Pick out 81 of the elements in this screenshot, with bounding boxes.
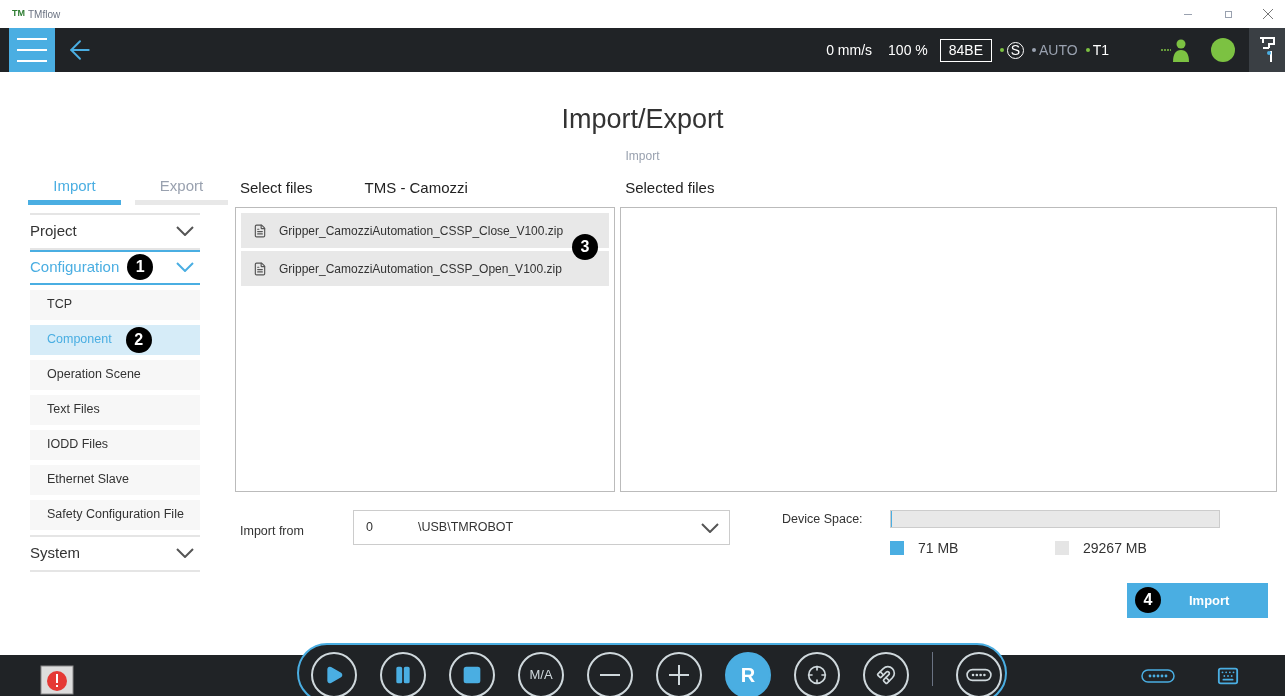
import-source-dropdown[interactable]: 0 \USB\TMROBOT	[353, 510, 730, 545]
robot-code: 84BE	[939, 38, 992, 62]
mode-indicator: AUTO	[1039, 40, 1078, 60]
file-name: Gripper_CamozziAutomation_CSSP_Close_V100.zip	[279, 222, 564, 240]
import-button[interactable]: 4 Import	[1127, 582, 1268, 618]
control-button[interactable]	[863, 652, 909, 696]
control-button[interactable]	[380, 652, 426, 696]
sidebar-item[interactable]: TCP	[30, 289, 200, 320]
section-heading: Select files	[240, 178, 313, 198]
category-header[interactable]: Project	[30, 214, 200, 250]
callout-number: 2	[125, 326, 152, 353]
page-subtitle: Import	[625, 148, 660, 165]
file-icon	[253, 223, 267, 238]
pause-icon	[393, 665, 413, 685]
item-label: Safety Configuration File	[47, 506, 184, 524]
file-icon	[253, 261, 267, 276]
app-logo: TM	[12, 7, 25, 21]
callout-number: 1	[127, 254, 154, 280]
control-button[interactable]	[956, 652, 1002, 696]
crosshair-icon	[807, 665, 827, 685]
sidebar-item[interactable]: Ethernet Slave	[30, 464, 200, 495]
chevron-icon	[176, 548, 194, 558]
file-name: Gripper_CamozziAutomation_CSSP_Open_V100.zip	[279, 260, 562, 278]
plus-icon	[669, 665, 689, 685]
chevron-icon	[176, 226, 194, 236]
item-label: Text Files	[47, 401, 100, 419]
robot-arm-icon	[1257, 35, 1277, 65]
item-label: Component	[47, 331, 112, 349]
free-legend-swatch	[1055, 541, 1069, 556]
import-from-label: Import from	[239, 523, 305, 540]
status-light	[1211, 38, 1235, 62]
minus-icon	[600, 674, 620, 676]
file-row[interactable]: Gripper_CamozziAutomation_CSSP_Open_V100.zip	[241, 251, 610, 286]
keypad-icon[interactable]	[1141, 668, 1175, 683]
sidebar-item[interactable]: Operation Scene	[30, 359, 200, 390]
category-label: Configuration	[30, 256, 120, 277]
category-label: System	[30, 542, 80, 563]
sidebar-item[interactable]: Safety Configuration File	[30, 499, 200, 530]
alert-window-icon[interactable]	[40, 664, 74, 695]
gripper-icon	[876, 665, 896, 685]
item-label: Ethernet Slave	[47, 471, 129, 489]
minimize-icon[interactable]	[1184, 13, 1192, 15]
used-space: 71 MB	[918, 538, 960, 558]
control-button[interactable]	[449, 652, 495, 696]
source-index: 0	[366, 519, 374, 537]
sidebar-item[interactable]: IODD Files	[30, 429, 200, 460]
play-icon	[324, 665, 344, 685]
item-label: IODD Files	[47, 436, 109, 454]
category-label: Project	[30, 220, 77, 241]
chevron-icon	[176, 262, 194, 272]
section-heading: Selected files	[624, 178, 716, 198]
close-icon[interactable]	[1263, 9, 1273, 19]
restore-icon[interactable]	[1225, 10, 1232, 18]
user-icon[interactable]	[1161, 38, 1191, 62]
source-name: TMS - Camozzi	[364, 178, 468, 198]
used-legend-swatch	[890, 541, 904, 556]
item-label: TCP	[47, 296, 72, 314]
control-button[interactable]	[656, 652, 702, 696]
category-header[interactable]: System	[30, 536, 200, 572]
sidebar-item[interactable]: Text Files	[30, 394, 200, 425]
source-path: \USB\TMROBOT	[418, 519, 515, 537]
page-title: Import/Export	[561, 106, 724, 133]
sidebar-item[interactable]: Component 2	[30, 324, 200, 355]
control-button[interactable]: M/A	[518, 652, 564, 696]
control-button[interactable]	[794, 652, 840, 696]
menu-icon	[17, 38, 47, 62]
control-button[interactable]	[587, 652, 633, 696]
device-space-label: Device Space:	[782, 511, 864, 528]
window-title: TMflow	[28, 7, 61, 22]
speed-reading: 0 mm/s	[826, 40, 873, 60]
category-header[interactable]: Configuration 1	[30, 249, 200, 285]
robot-panel[interactable]	[1249, 28, 1285, 72]
callout-number: 4	[1135, 587, 1161, 614]
item-label: Operation Scene	[47, 366, 141, 384]
free-space: 29267 MB	[1083, 538, 1147, 558]
mode-indicator: T1	[1092, 40, 1109, 60]
control-button[interactable]	[311, 652, 357, 696]
keypad-icon	[966, 668, 992, 682]
chevron-icon	[701, 522, 719, 533]
speed-percent: 100 %	[888, 40, 928, 60]
stop-icon	[462, 665, 482, 685]
